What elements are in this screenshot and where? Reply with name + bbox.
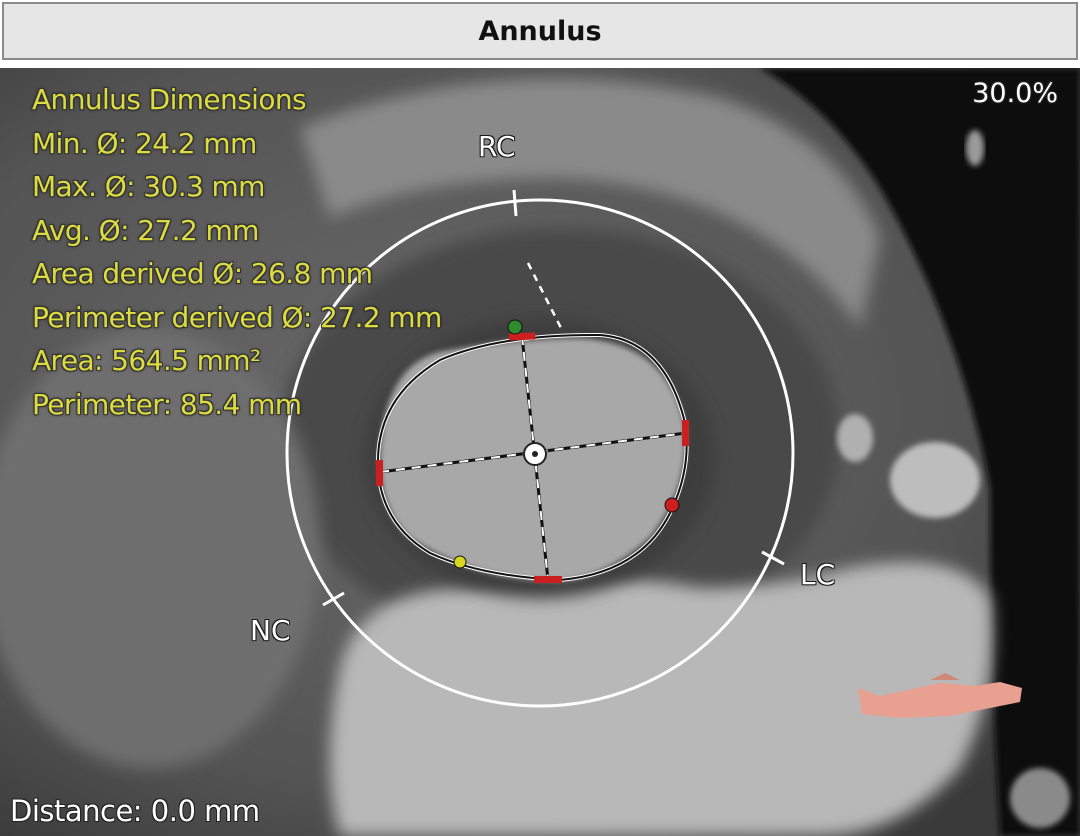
area-value: Area: 564.5 mm² — [32, 344, 261, 377]
cusp-label-rc: RC — [478, 130, 516, 163]
area-derived-diameter: Area derived Ø: 26.8 mm — [32, 257, 373, 290]
annulus-dimensions-panel: Annulus Dimensions Min. Ø: 24.2 mm Max. … — [32, 78, 442, 426]
cusp-label-nc: NC — [250, 614, 291, 647]
panel-title-bar: Annulus — [2, 2, 1078, 60]
zoom-level: 30.0% — [972, 78, 1058, 109]
min-diameter: Min. Ø: 24.2 mm — [32, 126, 257, 160]
distance-readout: Distance: 0.0 mm — [10, 794, 260, 828]
dimensions-heading: Annulus Dimensions — [32, 83, 307, 116]
perimeter-value: Perimeter: 85.4 mm — [32, 387, 302, 421]
cusp-label-lc: LC — [800, 558, 836, 591]
avg-diameter: Avg. Ø: 27.2 mm — [32, 213, 259, 247]
perimeter-derived-diameter: Perimeter derived Ø: 27.2 mm — [32, 300, 442, 334]
max-diameter: Max. Ø: 30.3 mm — [32, 170, 265, 203]
ct-viewport[interactable]: Annulus Dimensions Min. Ø: 24.2 mm Max. … — [0, 68, 1080, 836]
panel-title: Annulus — [478, 15, 602, 47]
